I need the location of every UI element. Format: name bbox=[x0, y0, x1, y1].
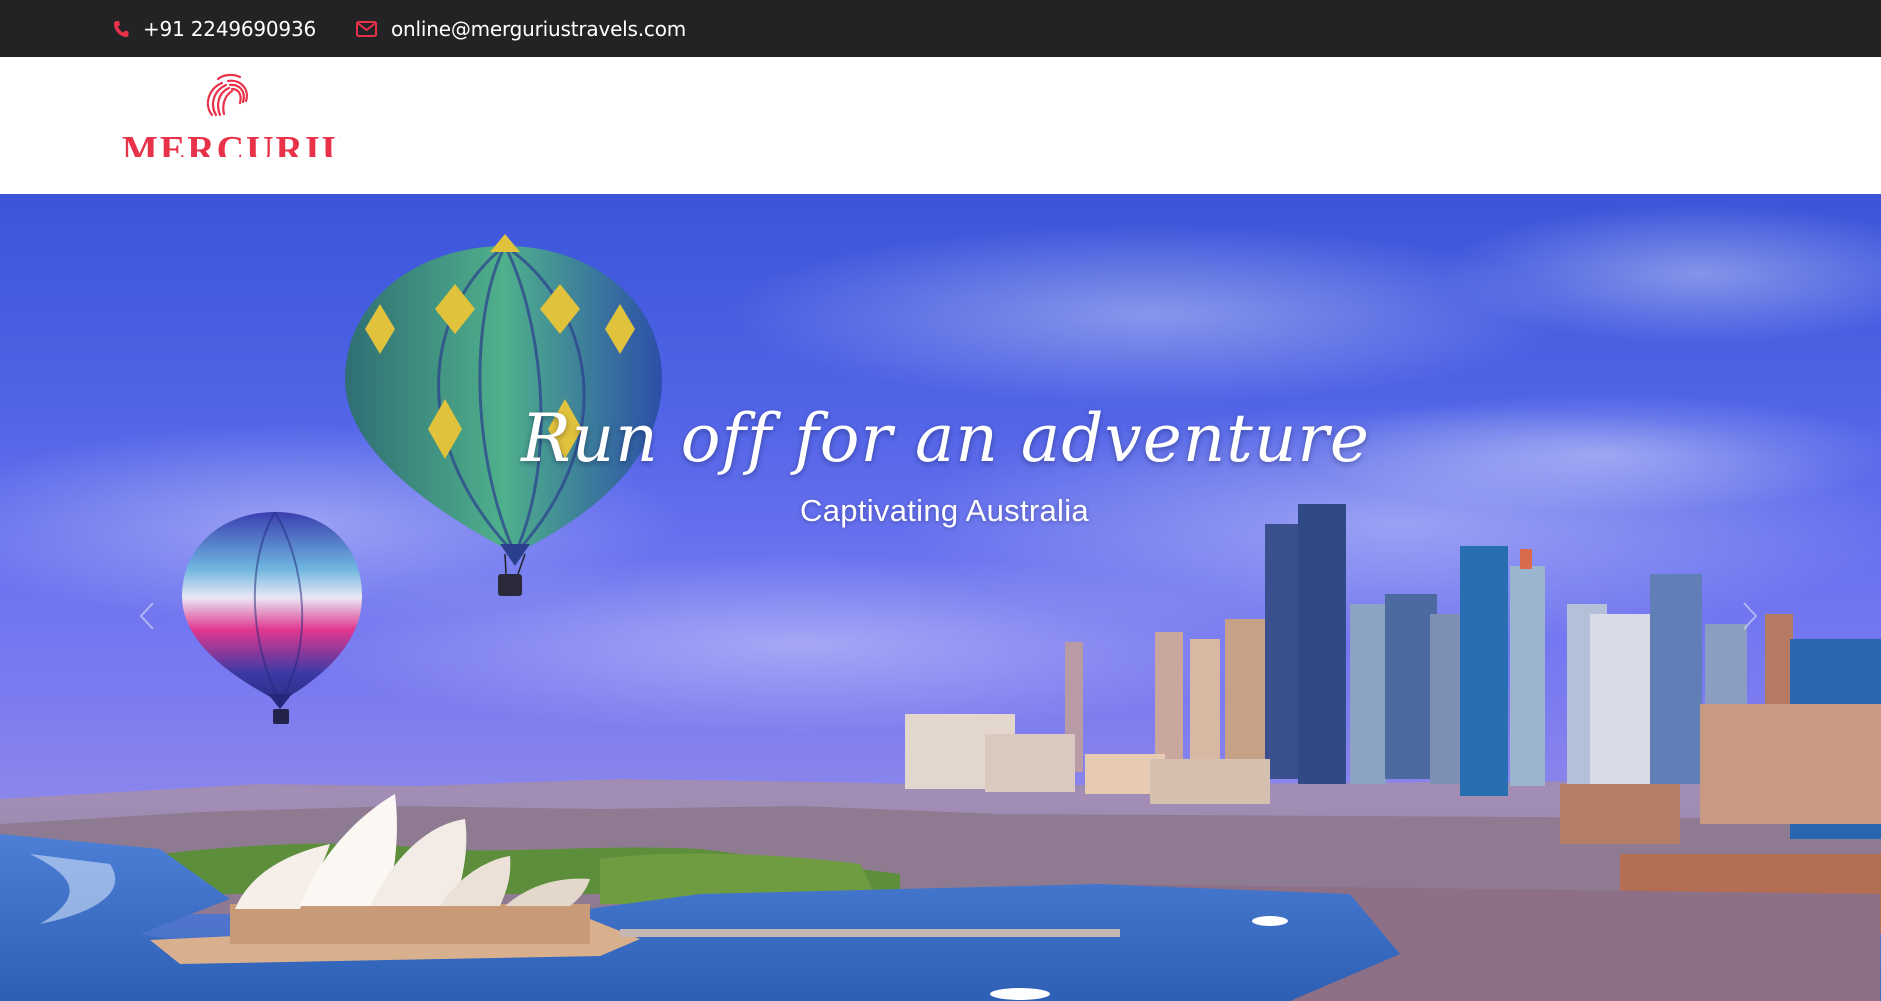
slider-next-button[interactable] bbox=[1735, 598, 1765, 634]
chevron-right-icon bbox=[1743, 602, 1758, 630]
top-contact-bar: +91 2249690936 online@merguriustravels.c… bbox=[0, 0, 1881, 57]
phone-contact[interactable]: +91 2249690936 bbox=[113, 17, 316, 41]
hero-title: Run off for an adventure bbox=[521, 400, 1370, 477]
email-address[interactable]: online@merguriustravels.com bbox=[391, 17, 686, 41]
small-hot-air-balloon bbox=[182, 511, 362, 724]
site-header: MERCURIUS bbox=[0, 57, 1881, 194]
hero-slider: Run off for an adventure Captivating Aus… bbox=[0, 194, 1881, 1001]
phone-number[interactable]: +91 2249690936 bbox=[143, 17, 316, 41]
chevron-left-icon bbox=[139, 602, 154, 630]
logo-emblem-icon bbox=[206, 73, 248, 117]
mercurius-logo[interactable]: MERCURIUS bbox=[120, 71, 340, 171]
hero-subtitle: Captivating Australia bbox=[800, 493, 1089, 528]
email-contact[interactable]: online@merguriustravels.com bbox=[356, 17, 686, 41]
logo-wordmark: MERCURIUS bbox=[122, 131, 340, 157]
slider-prev-button[interactable] bbox=[132, 598, 162, 634]
phone-icon bbox=[114, 20, 129, 37]
envelope-icon bbox=[356, 20, 378, 37]
hero-background-image bbox=[0, 204, 1881, 1001]
